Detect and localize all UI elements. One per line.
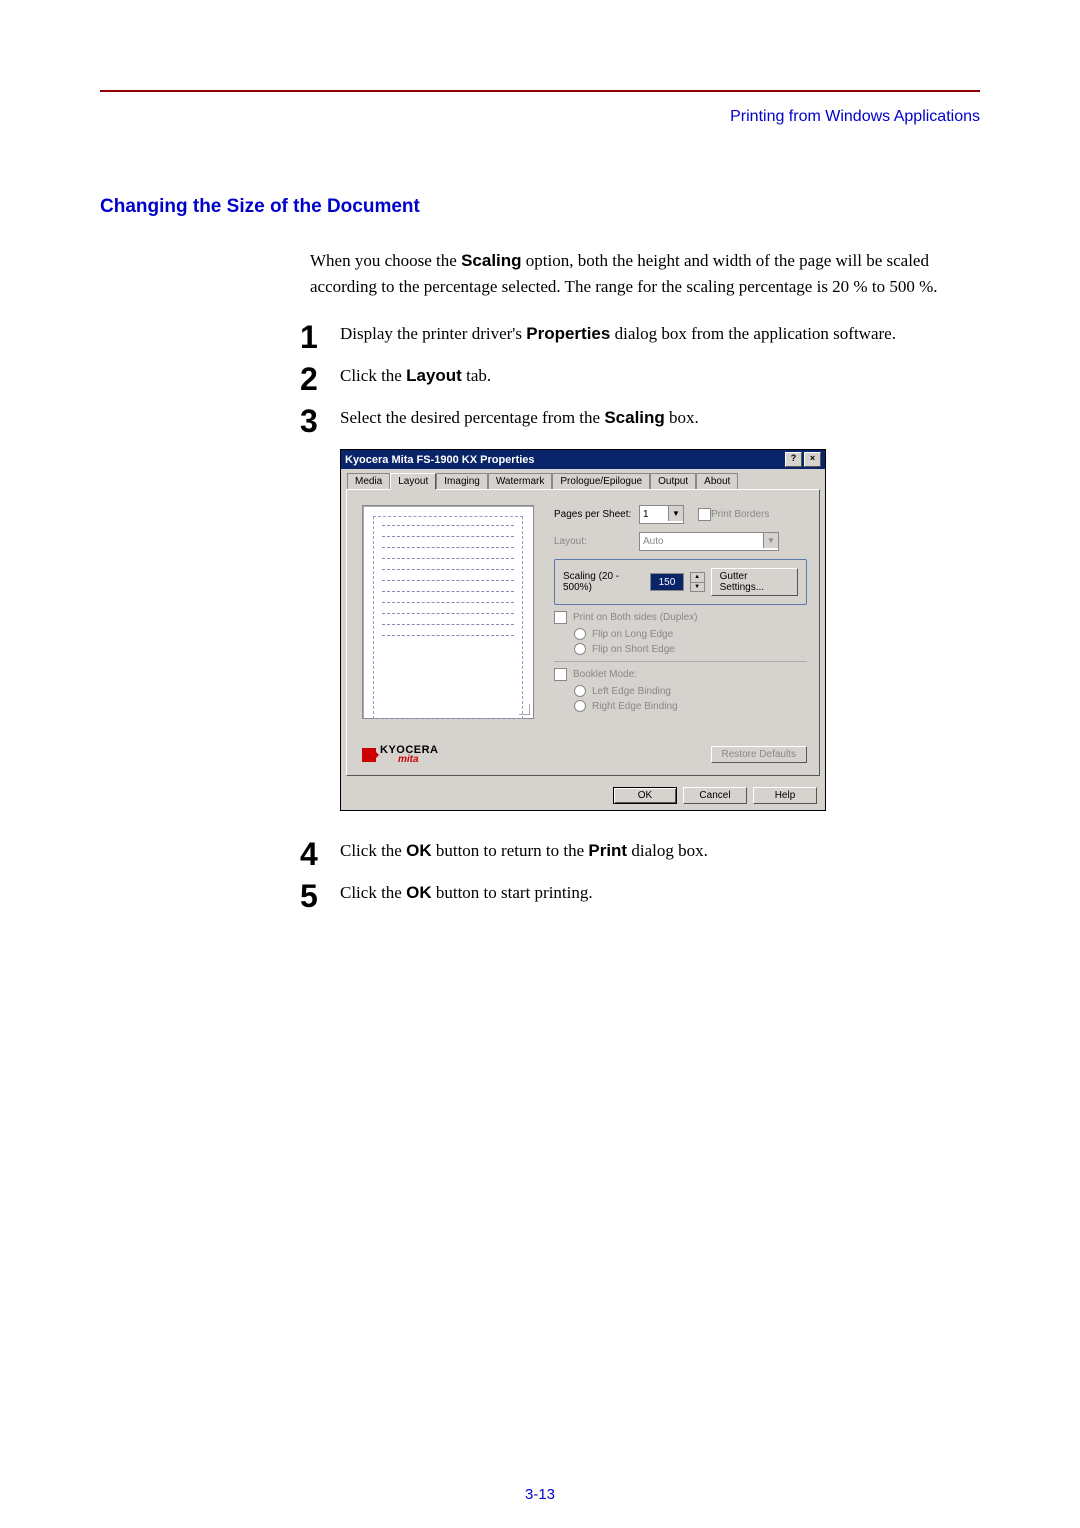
help-icon[interactable]: ? — [785, 452, 802, 467]
page-preview — [362, 505, 534, 719]
booklet-row: Booklet Mode: — [554, 668, 807, 681]
step-2: 2 Click the Layout tab. — [300, 361, 980, 395]
tab-prologue[interactable]: Prologue/Epilogue — [552, 473, 650, 489]
print-borders-label: Print Borders — [711, 509, 769, 520]
section-title: Changing the Size of the Document — [100, 196, 980, 218]
divider — [554, 661, 807, 662]
step-4-b1: OK — [406, 841, 432, 860]
tab-body: Pages per Sheet: 1 ▼ Print Borders Layou… — [346, 489, 820, 776]
step-4-t3: dialog box. — [627, 841, 708, 860]
layout-label: Layout: — [554, 536, 639, 547]
spinner-down-icon[interactable]: ▼ — [691, 583, 704, 592]
scaling-group: Scaling (20 - 500%) 150 ▲ ▼ Gutter Setti… — [554, 559, 807, 605]
duplex-label: Print on Both sides (Duplex) — [573, 612, 698, 623]
step-3: 3 Select the desired percentage from the… — [300, 403, 980, 437]
step-5-num: 5 — [300, 878, 340, 912]
tab-output[interactable]: Output — [650, 473, 696, 489]
page-number: 3-13 — [0, 1486, 1080, 1503]
flip-long-radio — [574, 628, 586, 640]
right-binding-radio — [574, 700, 586, 712]
step-2-t2: tab. — [462, 366, 491, 385]
close-icon[interactable]: × — [804, 452, 821, 467]
tab-about[interactable]: About — [696, 473, 738, 489]
step-1-num: 1 — [300, 319, 340, 353]
step-1: 1 Display the printer driver's Propertie… — [300, 319, 980, 353]
chevron-down-icon[interactable]: ▼ — [668, 506, 683, 521]
top-rule — [100, 90, 980, 92]
intro-b1: Scaling — [461, 251, 521, 270]
dialog-title-text: Kyocera Mita FS-1900 KX Properties — [345, 454, 535, 466]
scaling-input[interactable]: 150 — [650, 573, 683, 591]
dialog-titlebar: Kyocera Mita FS-1900 KX Properties ? × — [341, 450, 825, 469]
flip-short-label: Flip on Short Edge — [592, 644, 675, 655]
restore-defaults-button[interactable]: Restore Defaults — [711, 746, 807, 763]
step-4-num: 4 — [300, 836, 340, 870]
pages-per-sheet-value: 1 — [643, 509, 649, 520]
step-4: 4 Click the OK button to return to the P… — [300, 836, 980, 870]
step-4-b2: Print — [588, 841, 627, 860]
help-button[interactable]: Help — [753, 787, 817, 804]
properties-dialog: Kyocera Mita FS-1900 KX Properties ? × M… — [340, 449, 826, 811]
tab-strip: Media Layout Imaging Watermark Prologue/… — [341, 469, 825, 489]
flip-long-label: Flip on Long Edge — [592, 629, 673, 640]
logo-icon — [362, 748, 376, 762]
intro-paragraph: When you choose the Scaling option, both… — [310, 248, 980, 299]
step-5-b1: OK — [406, 883, 432, 902]
scaling-spinner[interactable]: ▲ ▼ — [690, 572, 705, 592]
resize-corner-icon — [519, 704, 530, 715]
layout-value: Auto — [643, 536, 664, 547]
left-binding-label: Left Edge Binding — [592, 686, 671, 697]
step-3-t2: box. — [665, 408, 699, 427]
tab-media[interactable]: Media — [347, 473, 390, 489]
step-5: 5 Click the OK button to start printing. — [300, 878, 980, 912]
layout-select: Auto ▼ — [639, 532, 779, 551]
step-1-t1: Display the printer driver's — [340, 324, 526, 343]
tab-watermark[interactable]: Watermark — [488, 473, 553, 489]
right-binding-label: Right Edge Binding — [592, 701, 678, 712]
gutter-settings-button[interactable]: Gutter Settings... — [711, 568, 798, 596]
duplex-row: Print on Both sides (Duplex) — [554, 611, 807, 624]
cancel-button[interactable]: Cancel — [683, 787, 747, 804]
dialog-button-row: OK Cancel Help — [341, 781, 825, 810]
step-2-t1: Click the — [340, 366, 406, 385]
brand-logo: KYOCERA mita — [362, 744, 439, 765]
booklet-label: Booklet Mode: — [573, 669, 637, 680]
left-binding-radio — [574, 685, 586, 697]
booklet-checkbox — [554, 668, 567, 681]
tab-imaging[interactable]: Imaging — [436, 473, 488, 489]
step-2-num: 2 — [300, 361, 340, 395]
step-1-b1: Properties — [526, 324, 610, 343]
ok-button[interactable]: OK — [613, 787, 677, 804]
step-5-t1: Click the — [340, 883, 406, 902]
step-2-b1: Layout — [406, 366, 462, 385]
intro-t1: When you choose the — [310, 251, 461, 270]
scaling-label: Scaling (20 - 500%) — [563, 571, 644, 593]
pages-per-sheet-label: Pages per Sheet: — [554, 509, 639, 520]
duplex-checkbox — [554, 611, 567, 624]
spinner-up-icon[interactable]: ▲ — [691, 573, 704, 583]
step-5-t2: button to start printing. — [432, 883, 593, 902]
step-4-t2: button to return to the — [432, 841, 589, 860]
step-3-t1: Select the desired percentage from the — [340, 408, 604, 427]
step-3-b1: Scaling — [604, 408, 664, 427]
chevron-down-icon: ▼ — [763, 533, 778, 548]
print-borders-checkbox — [698, 508, 711, 521]
pages-per-sheet-select[interactable]: 1 ▼ — [639, 505, 684, 524]
tab-layout[interactable]: Layout — [390, 473, 436, 490]
step-1-t2: dialog box from the application software… — [610, 324, 896, 343]
step-3-num: 3 — [300, 403, 340, 437]
step-4-t1: Click the — [340, 841, 406, 860]
flip-short-radio — [574, 643, 586, 655]
header-breadcrumb: Printing from Windows Applications — [100, 108, 980, 126]
